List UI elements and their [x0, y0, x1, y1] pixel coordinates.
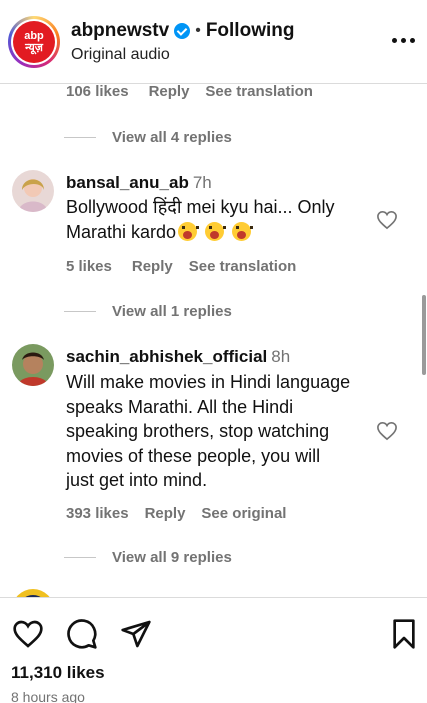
see-translation-link[interactable]: See translation: [189, 258, 297, 275]
share-icon[interactable]: [120, 619, 152, 649]
heart-icon[interactable]: [12, 619, 44, 649]
comment-icon[interactable]: [66, 618, 98, 650]
comment-meta: 5 likes Reply See translation: [66, 258, 296, 275]
comment-avatar[interactable]: [12, 344, 54, 386]
post-likes-count[interactable]: 11,310 likes: [11, 663, 105, 683]
reply-button[interactable]: Reply: [132, 258, 173, 275]
view-replies-button[interactable]: View all 1 replies: [64, 303, 232, 320]
comment-text: Will make movies in Hindi language speak…: [66, 372, 351, 490]
see-original-link[interactable]: See original: [201, 505, 286, 522]
comment-text: Bollywood हिंदी mei kyu hai... Only Mara…: [66, 197, 335, 242]
replies-divider: [64, 137, 96, 138]
following-button[interactable]: Following: [206, 20, 295, 42]
shocked-emoji-icon: [232, 221, 254, 241]
comments-scrollbar[interactable]: [421, 85, 427, 597]
comment-avatar[interactable]: [12, 589, 54, 597]
like-comment-heart-icon[interactable]: [376, 210, 398, 230]
view-replies-label: View all 9 replies: [112, 549, 232, 566]
original-audio-link[interactable]: Original audio: [71, 46, 170, 64]
view-replies-label: View all 4 replies: [112, 129, 232, 146]
replies-divider: [64, 557, 96, 558]
likes-count[interactable]: 5 likes: [66, 258, 112, 275]
likes-count[interactable]: 393 likes: [66, 505, 129, 522]
abp-logo-icon: abp न्यूज़: [13, 21, 55, 63]
post-footer: 11,310 likes 8 hours ago: [0, 597, 427, 703]
post-header: abp न्यूज़ abpnewstv • Following Origina…: [0, 0, 427, 84]
verified-badge-icon: [174, 23, 191, 39]
comments-list[interactable]: 106 likes Reply See translation View all…: [0, 85, 427, 597]
likes-count[interactable]: 106 likes: [66, 85, 129, 100]
account-name-link[interactable]: abpnewstv: [71, 20, 169, 42]
view-replies-button[interactable]: View all 9 replies: [64, 549, 232, 566]
post-timestamp: 8 hours ago: [11, 689, 85, 703]
reply-button[interactable]: Reply: [149, 85, 190, 100]
shocked-emoji-icon: [205, 221, 227, 241]
comment-avatar[interactable]: [12, 170, 54, 212]
comment-meta: 106 likes Reply See translation: [66, 85, 313, 100]
comment-username[interactable]: sachin_abhishek_official 8h: [66, 347, 290, 367]
reply-button[interactable]: Reply: [145, 505, 186, 522]
view-replies-label: View all 1 replies: [112, 303, 232, 320]
see-translation-link[interactable]: See translation: [205, 85, 313, 100]
shocked-emoji-icon: [178, 221, 200, 241]
comment-time: 7h: [192, 173, 212, 192]
bookmark-icon[interactable]: [390, 618, 418, 650]
view-replies-button[interactable]: View all 4 replies: [64, 129, 232, 146]
account-avatar[interactable]: abp न्यूज़: [8, 16, 60, 68]
comment-meta: 393 likes Reply See original: [66, 505, 286, 522]
like-comment-heart-icon[interactable]: [376, 421, 398, 441]
separator-dot: •: [195, 22, 201, 39]
account-row: abpnewstv • Following: [71, 20, 294, 42]
replies-divider: [64, 311, 96, 312]
more-options-icon[interactable]: [392, 38, 415, 43]
scrollbar-thumb[interactable]: [422, 295, 426, 375]
comment-username[interactable]: bansal_anu_ab 7h: [66, 173, 212, 193]
comment-time: 8h: [271, 347, 291, 366]
